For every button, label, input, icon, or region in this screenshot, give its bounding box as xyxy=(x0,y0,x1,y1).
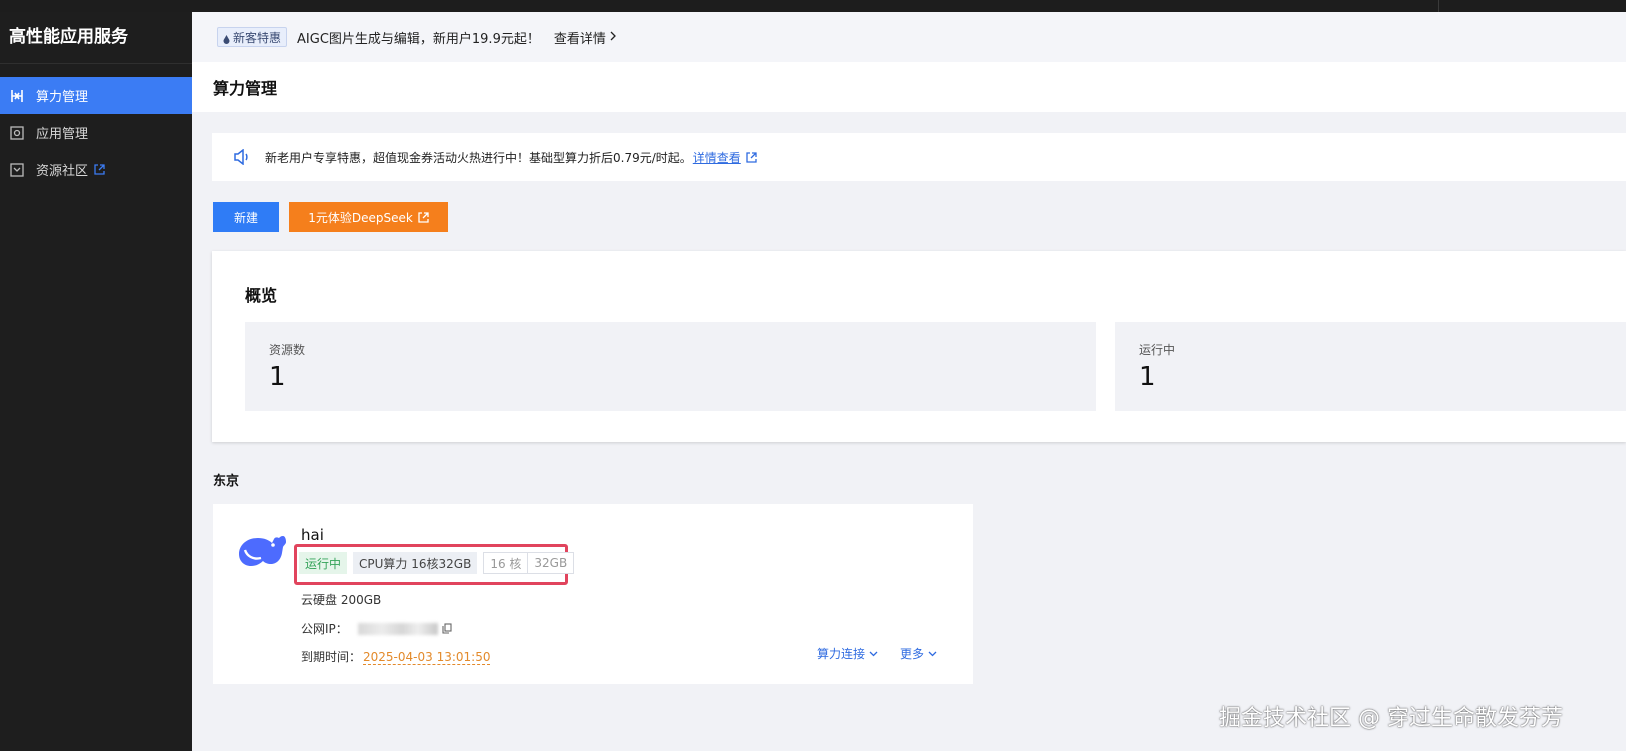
sidebar-item-community[interactable]: 资源社区 xyxy=(0,151,192,188)
compute-icon xyxy=(10,89,24,103)
new-button[interactable]: 新建 xyxy=(213,202,279,232)
overview-panel: 概览 资源数 1 运行中 1 xyxy=(212,251,1626,442)
compute-connect-dropdown[interactable]: 算力连接 xyxy=(817,645,878,662)
promo-details-link[interactable]: 查看详情 xyxy=(554,28,616,47)
notice-bar: 新老用户专享特惠，超值现金券活动火热进行中！基础型算力折后0.79元/时起。 详… xyxy=(212,133,1626,181)
cores-tag: 16 核 xyxy=(483,552,529,574)
app-title: 高性能应用服务 xyxy=(0,12,192,64)
more-dropdown[interactable]: 更多 xyxy=(900,645,937,662)
sidebar-item-apps[interactable]: 应用管理 xyxy=(0,114,192,151)
status-badge: 运行中 xyxy=(299,552,348,574)
chevron-down-icon xyxy=(869,651,878,657)
top-bar xyxy=(0,0,1626,12)
card-actions: 算力连接 更多 xyxy=(817,645,937,662)
community-icon xyxy=(10,162,24,177)
speaker-icon xyxy=(233,149,251,165)
region-label: 东京 xyxy=(213,474,240,489)
disk-info: 云硬盘 200GB xyxy=(301,593,382,607)
app-icon xyxy=(10,125,24,140)
stat-resource-count: 资源数 1 xyxy=(245,322,1096,411)
notice-link-label: 详情查看 xyxy=(692,150,741,165)
memory-tag: 32GB xyxy=(528,552,575,574)
sidebar-item-label: 应用管理 xyxy=(36,127,89,142)
copy-icon[interactable] xyxy=(442,623,452,634)
external-link-icon xyxy=(746,151,757,163)
expire-value[interactable]: 2025-04-03 13:01:50 xyxy=(363,650,491,665)
stat-label: 运行中 xyxy=(1139,343,1176,357)
chevron-right-icon xyxy=(610,30,616,44)
external-link-icon xyxy=(94,164,105,175)
connect-label: 算力连接 xyxy=(817,647,866,661)
new-button-label: 新建 xyxy=(233,210,258,225)
promo-text: AIGC图片生成与编辑，新用户19.9元起！ xyxy=(297,31,540,47)
public-ip-row: 公网IP： xyxy=(301,620,452,637)
page-title: 算力管理 xyxy=(213,79,278,98)
expire-label: 到期时间： xyxy=(301,650,362,664)
chevron-down-icon xyxy=(928,651,937,657)
notice-text: 新老用户专享特惠，超值现金券活动火热进行中！基础型算力折后0.79元/时起。 xyxy=(265,150,692,165)
sidebar-item-compute[interactable]: 算力管理 xyxy=(0,77,192,114)
ip-label: 公网IP： xyxy=(301,622,348,636)
drop-icon xyxy=(223,33,230,44)
deepseek-whale-icon xyxy=(235,528,287,572)
external-link-icon xyxy=(418,211,429,223)
top-bar-divider xyxy=(1438,0,1439,12)
deepseek-button-label: 1元体验DeepSeek xyxy=(308,210,413,225)
stat-running: 运行中 1 xyxy=(1115,322,1626,411)
stat-value: 1 xyxy=(1139,362,1156,392)
overview-title: 概览 xyxy=(245,286,278,305)
instance-tags: 运行中 CPU算力 16核32GB 16 核 32GB xyxy=(299,552,575,574)
sidebar: 高性能应用服务 算力管理 应用管理 资源社区 xyxy=(0,12,192,751)
instance-card[interactable]: hai 运行中 CPU算力 16核32GB 16 核 32GB 云硬盘 200G… xyxy=(213,504,973,684)
more-label: 更多 xyxy=(900,647,925,661)
spec-tag: CPU算力 16核32GB xyxy=(353,552,478,574)
promo-badge: 新客特惠 xyxy=(217,27,288,47)
stat-label: 资源数 xyxy=(269,343,306,357)
promo-link-label: 查看详情 xyxy=(553,31,606,47)
deepseek-trial-button[interactable]: 1元体验DeepSeek xyxy=(289,202,448,232)
page-header: 算力管理 xyxy=(192,62,1626,112)
promo-badge-label: 新客特惠 xyxy=(233,30,282,45)
promo-banner: 新客特惠 AIGC图片生成与编辑，新用户19.9元起！ 查看详情 xyxy=(192,12,1626,62)
sidebar-item-label: 资源社区 xyxy=(36,164,89,179)
expire-row: 到期时间： 2025-04-03 13:01:50 xyxy=(301,648,491,665)
watermark: 掘金技术社区 @ 穿过生命散发芬芳 xyxy=(1219,706,1563,731)
ip-value-masked xyxy=(357,622,438,635)
spec-detail-group: 16 核 32GB xyxy=(483,552,575,574)
notice-details-link[interactable]: 详情查看 xyxy=(693,149,757,166)
instance-name[interactable]: hai xyxy=(301,526,324,544)
sidebar-item-label: 算力管理 xyxy=(36,90,89,105)
stat-value: 1 xyxy=(269,362,286,392)
